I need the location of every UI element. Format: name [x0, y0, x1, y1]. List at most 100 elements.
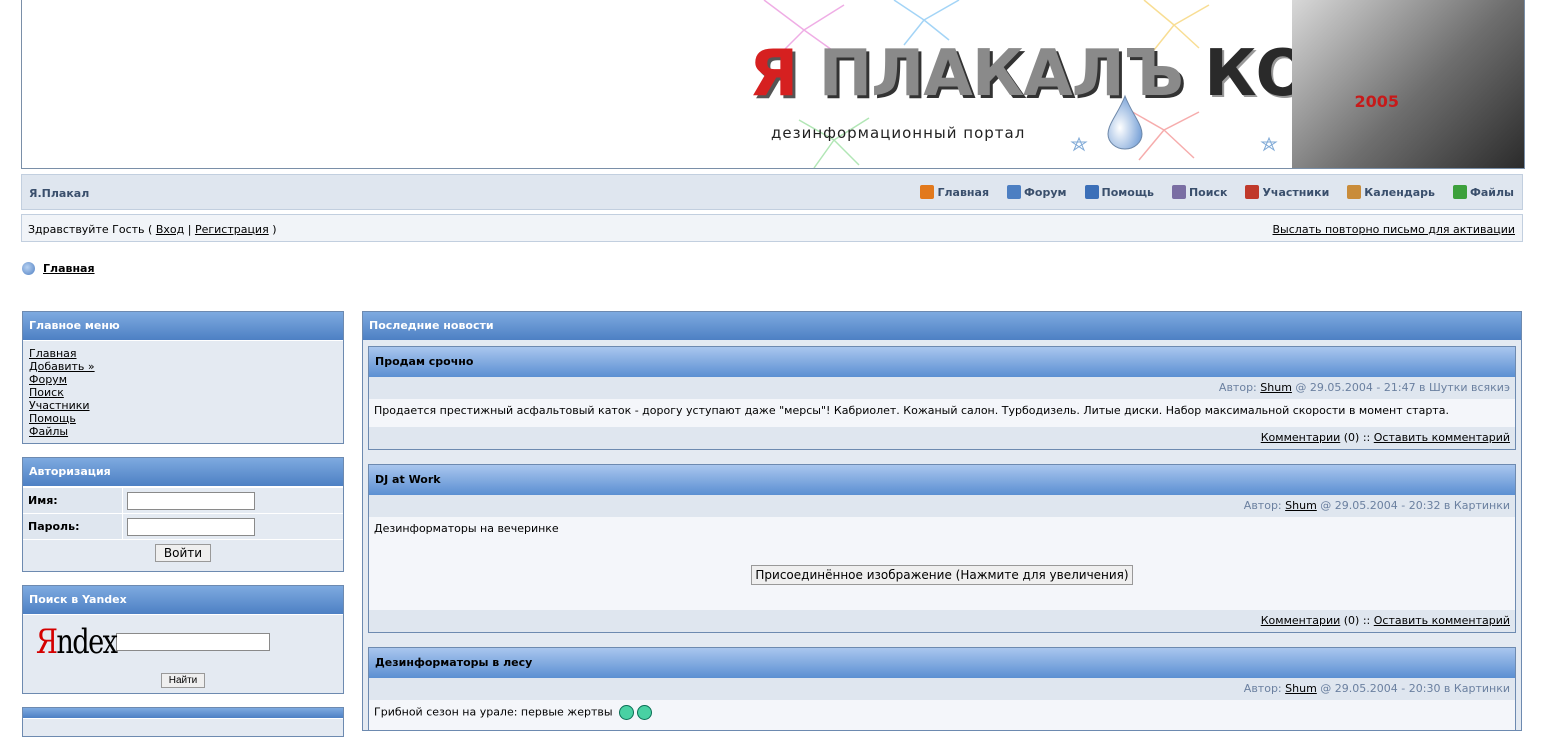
- news-title: DJ at Work: [369, 465, 1515, 495]
- files-icon: [1452, 185, 1467, 199]
- smiley-icon: [637, 705, 653, 720]
- nav-item-5[interactable]: Календарь: [1347, 185, 1435, 199]
- news-body: Дезинформаторы на вечеринке Присоединённ…: [369, 517, 1515, 610]
- nav-item-1[interactable]: Форум: [1007, 185, 1067, 199]
- username-input[interactable]: [127, 491, 255, 510]
- latest-news-panel: Последние новости Продам срочно Автор: S…: [362, 311, 1522, 731]
- breadcrumb-arrow-icon: [22, 262, 35, 275]
- site-name: Я.Плакал: [29, 187, 90, 200]
- resend-activation-link[interactable]: Выслать повторно письмо для активации: [1273, 223, 1515, 236]
- nav-item-0[interactable]: Главная: [920, 185, 989, 199]
- main-menu-item[interactable]: Главная: [29, 347, 337, 360]
- news-author-prefix: Автор:: [1218, 381, 1257, 394]
- search-icon: [1171, 185, 1186, 199]
- calendar-icon: [1347, 185, 1362, 199]
- login-link[interactable]: Вход: [156, 223, 184, 236]
- breadcrumb-home-link[interactable]: Главная: [43, 262, 95, 275]
- main-menu-item[interactable]: Поиск: [29, 386, 337, 399]
- nav-item-4[interactable]: Участники: [1245, 185, 1329, 199]
- password-label: Пароль:: [23, 514, 123, 539]
- comments-link[interactable]: Комментарии: [1261, 431, 1341, 444]
- news-footer: Комментарии (0) :: Оставить комментарий: [369, 610, 1515, 632]
- login-button[interactable]: Войти: [154, 544, 212, 562]
- news-meta: Автор: Shum @ 29.05.2004 - 20:30 в Карти…: [369, 678, 1515, 700]
- main-menu-title: Главное меню: [23, 312, 343, 341]
- latest-news-title: Последние новости: [363, 312, 1521, 340]
- news-author-link[interactable]: Shum: [1285, 499, 1317, 512]
- comments-count: (0) ::: [1343, 431, 1371, 444]
- nav-item-label: Календарь: [1364, 185, 1435, 199]
- nav-item-6[interactable]: Файлы: [1452, 185, 1514, 199]
- home-icon: [920, 185, 935, 199]
- news-author-prefix: Автор:: [1243, 499, 1282, 512]
- yandex-search-button[interactable]: Найти: [160, 673, 206, 688]
- add-comment-link[interactable]: Оставить комментарий: [1374, 431, 1510, 444]
- user-bar: Здравствуйте Гость ( Вход | Регистрация …: [21, 214, 1523, 242]
- auth-title: Авторизация: [23, 458, 343, 487]
- logo-ya: Я: [749, 37, 798, 111]
- help-icon: [1084, 185, 1099, 199]
- yandex-logo: Яndex: [36, 622, 118, 662]
- attached-image-button[interactable]: Присоединённое изображение (Нажмите для …: [751, 565, 1133, 585]
- news-title: Продам срочно: [369, 347, 1515, 377]
- logo-year: 2005: [1354, 92, 1399, 111]
- water-drop-icon: [1107, 94, 1143, 150]
- news-author-link[interactable]: Shum: [1285, 682, 1317, 695]
- news-author-link[interactable]: Shum: [1260, 381, 1292, 394]
- members-icon: [1245, 185, 1260, 199]
- yandex-search-input[interactable]: [116, 633, 270, 651]
- main-menu-item[interactable]: Форум: [29, 373, 337, 386]
- header-photo: [1292, 0, 1524, 168]
- main-menu-item[interactable]: Участники: [29, 399, 337, 412]
- nav-links: Главная Форум Помощь Поиск Участники Календар…: [920, 185, 1514, 199]
- main-menu-list: Главная Добавить » Форум Поиск Участники Помо…: [23, 341, 343, 442]
- news-date: @ 29.05.2004 - 21:47 в Шутки всякиэ: [1295, 381, 1510, 394]
- comments-link[interactable]: Комментарии: [1261, 614, 1341, 627]
- main-menu-item[interactable]: Добавить »: [29, 360, 337, 373]
- next-box-title: [23, 708, 343, 719]
- news-item: DJ at Work Автор: Shum @ 29.05.2004 - 20…: [368, 464, 1516, 633]
- yandex-search-box: Поиск в Yandex Яndex Найти: [22, 585, 344, 694]
- forum-icon: [1007, 185, 1022, 199]
- nav-item-label: Файлы: [1469, 185, 1514, 199]
- yandex-logo-y: Я: [36, 622, 58, 662]
- nav-item-3[interactable]: Поиск: [1171, 185, 1228, 199]
- smiley-icon: [619, 705, 635, 720]
- nav-item-label: Главная: [937, 185, 990, 199]
- logo-banner[interactable]: Я ПЛАКАЛЪ КОМ дезинформационный портал 2…: [744, 0, 1524, 168]
- site-logo-text: Я ПЛАКАЛЪ КОМ: [749, 42, 1373, 106]
- site-tagline: дезинформационный портал: [771, 124, 1026, 142]
- news-author-prefix: Автор:: [1243, 682, 1282, 695]
- nav-item-label: Помощь: [1101, 185, 1154, 199]
- register-link[interactable]: Регистрация: [195, 223, 269, 236]
- yandex-title: Поиск в Yandex: [23, 586, 343, 615]
- news-date: @ 29.05.2004 - 20:32 в Картинки: [1320, 499, 1510, 512]
- news-footer: Комментарии (0) :: Оставить комментарий: [369, 427, 1515, 449]
- news-title: Дезинформаторы в лесу: [369, 648, 1515, 678]
- add-comment-link[interactable]: Оставить комментарий: [1374, 614, 1510, 627]
- main-menu-item[interactable]: Файлы: [29, 425, 337, 438]
- header-banner: Я ПЛАКАЛЪ КОМ дезинформационный портал 2…: [21, 0, 1525, 169]
- comments-count: (0) ::: [1343, 614, 1371, 627]
- nav-item-2[interactable]: Помощь: [1084, 185, 1154, 199]
- yandex-logo-rest: ndex: [56, 622, 118, 662]
- main-menu-item[interactable]: Помощь: [29, 412, 337, 425]
- greeting-prefix: Здравствуйте Гость (: [28, 223, 153, 236]
- password-input[interactable]: [127, 517, 255, 536]
- news-date: @ 29.05.2004 - 20:30 в Картинки: [1320, 682, 1510, 695]
- news-meta: Автор: Shum @ 29.05.2004 - 20:32 в Карти…: [369, 495, 1515, 517]
- auth-box: Авторизация Имя: Пароль: Войти: [22, 457, 344, 572]
- greeting-suffix: ): [272, 223, 277, 236]
- news-item: Дезинформаторы в лесу Автор: Shum @ 29.0…: [368, 647, 1516, 730]
- news-body: Грибной сезон на урале: первые жертвы: [369, 700, 1515, 730]
- news-body-text: Дезинформаторы на вечеринке: [374, 522, 559, 535]
- main-menu-box: Главное меню Главная Добавить » Форум Поиск…: [22, 311, 344, 444]
- greeting-separator: |: [187, 223, 192, 236]
- nav-item-label: Поиск: [1188, 185, 1228, 199]
- nav-item-label: Форум: [1024, 185, 1067, 199]
- auth-name-row: Имя:: [23, 487, 343, 513]
- next-box: [22, 707, 344, 737]
- name-label: Имя:: [23, 488, 123, 513]
- auth-password-row: Пароль:: [23, 513, 343, 539]
- greeting: Здравствуйте Гость ( Вход | Регистрация …: [28, 223, 277, 236]
